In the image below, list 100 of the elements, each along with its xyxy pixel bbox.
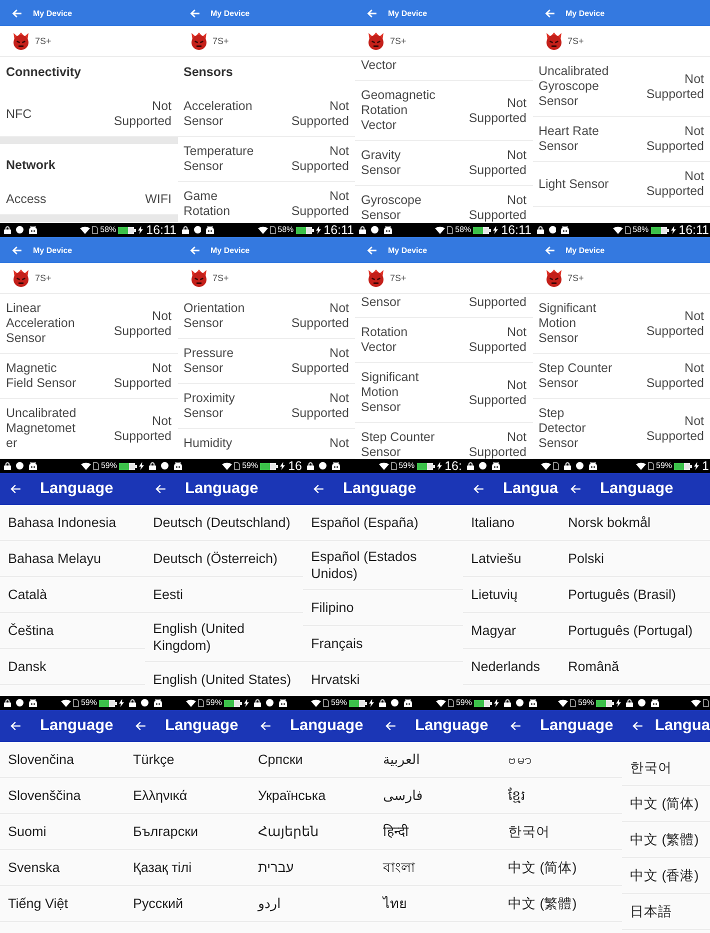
screen-title: Language xyxy=(185,480,258,498)
sim-card-icon xyxy=(270,226,276,234)
lock-icon xyxy=(129,699,136,707)
wifi-icon xyxy=(310,699,321,707)
spec-value: Not Supported xyxy=(646,308,704,338)
battery-percent: 58% xyxy=(278,225,294,235)
battery-icon xyxy=(99,700,117,706)
spec-label: Heart Rate Sensor xyxy=(538,124,600,154)
back-icon[interactable] xyxy=(367,8,377,18)
back-icon[interactable] xyxy=(473,484,484,494)
robot-icon xyxy=(28,462,36,470)
screen-title: Language xyxy=(290,717,364,735)
wifi-icon xyxy=(612,226,623,234)
spec-value: Not Supported xyxy=(114,308,172,338)
sim-card-icon xyxy=(447,226,454,234)
back-icon[interactable] xyxy=(632,721,643,731)
back-icon[interactable] xyxy=(10,721,21,731)
device-name: 7S+ xyxy=(390,36,406,46)
lock-icon xyxy=(254,699,261,707)
back-icon[interactable] xyxy=(385,721,396,731)
spec-label: NFC xyxy=(6,106,33,122)
lightning-icon xyxy=(280,462,286,470)
battery-icon xyxy=(224,700,242,706)
back-icon[interactable] xyxy=(155,484,166,494)
screen-title: My Device xyxy=(33,8,72,18)
dot-icon xyxy=(576,462,584,470)
device-name: 7S+ xyxy=(568,273,584,283)
dot-icon xyxy=(194,226,201,234)
back-icon[interactable] xyxy=(190,246,200,254)
robot-icon xyxy=(588,462,596,470)
dot-icon xyxy=(161,462,168,470)
back-icon[interactable] xyxy=(260,721,271,731)
devil-icon xyxy=(367,269,385,287)
spec-label: Light Sensor xyxy=(538,176,610,192)
spec-label: Linear Acceleration Sensor xyxy=(6,301,76,346)
back-icon[interactable] xyxy=(544,246,554,254)
sim-card-icon xyxy=(570,699,576,707)
language-item[interactable]: 中文 (香港) xyxy=(622,858,710,894)
back-icon[interactable] xyxy=(313,484,324,494)
language-item[interactable]: Polski xyxy=(560,541,710,577)
wifi-icon xyxy=(80,226,90,234)
battery-icon xyxy=(474,700,492,706)
language-item[interactable]: Norsk bokmål xyxy=(560,505,710,541)
battery-icon xyxy=(596,700,614,706)
spec-value: Not Supported xyxy=(468,325,526,355)
wifi-icon xyxy=(636,462,646,470)
spec-label: Orientation Sensor xyxy=(184,301,246,331)
wifi-icon xyxy=(436,699,446,707)
back-icon[interactable] xyxy=(12,246,22,254)
language-item[interactable]: 한국어 xyxy=(622,750,710,786)
device-name: 7S+ xyxy=(212,273,229,283)
sim-card-icon xyxy=(648,462,654,470)
sim-card-icon xyxy=(92,226,98,234)
screen-title: My Device xyxy=(566,8,605,18)
screen-title: Language xyxy=(40,480,114,498)
back-icon[interactable] xyxy=(570,484,581,494)
spec-value: WIFI xyxy=(145,192,172,207)
back-icon[interactable] xyxy=(190,8,200,18)
lock-icon xyxy=(379,699,386,707)
robot-icon xyxy=(154,699,162,707)
robot-icon xyxy=(28,699,36,707)
language-item[interactable]: Română xyxy=(560,649,710,685)
clock-time: 16:11 xyxy=(324,223,354,237)
screen-title: Langua xyxy=(503,480,558,498)
dot-icon xyxy=(16,462,24,470)
lock-icon xyxy=(504,699,511,707)
spec-value: Not Supported xyxy=(291,99,349,129)
back-icon[interactable] xyxy=(10,484,21,494)
battery-percent: 59% xyxy=(656,461,672,471)
robot-icon xyxy=(404,699,412,707)
language-item[interactable]: Português (Portugal) xyxy=(560,613,710,649)
language-item[interactable]: 中文 (繁體) xyxy=(622,822,710,858)
spec-value: Not Supported xyxy=(114,414,172,444)
screen-title: Language xyxy=(343,480,416,498)
battery-percent: 59% xyxy=(456,698,472,708)
battery-percent: 58% xyxy=(100,225,116,235)
lightning-icon xyxy=(670,226,676,234)
dot-icon xyxy=(141,699,148,707)
language-item[interactable]: 中文 (简体) xyxy=(622,786,710,822)
spec-value: Not Supported xyxy=(291,189,349,219)
language-item[interactable]: 日本語 xyxy=(622,894,710,930)
back-icon[interactable] xyxy=(12,8,22,18)
device-name: 7S+ xyxy=(35,36,52,46)
wifi-icon xyxy=(558,699,568,707)
dot-icon xyxy=(371,226,378,234)
back-icon[interactable] xyxy=(510,721,521,731)
lock-icon xyxy=(4,226,11,234)
battery-percent: 58% xyxy=(632,225,649,235)
clock-time: 16 xyxy=(288,459,302,473)
dot-icon xyxy=(16,226,24,234)
wifi-icon xyxy=(258,226,268,234)
back-icon[interactable] xyxy=(367,246,377,254)
clock-time: 1 xyxy=(702,459,709,473)
wifi-icon xyxy=(60,699,71,707)
language-item[interactable]: Português (Brasil) xyxy=(560,577,710,613)
back-icon[interactable] xyxy=(135,721,146,731)
spec-value: Not Supported xyxy=(291,346,349,376)
back-icon[interactable] xyxy=(544,8,554,18)
spec-label: Proximity Sensor xyxy=(184,391,236,421)
spec-value: Not Supported xyxy=(468,193,526,223)
